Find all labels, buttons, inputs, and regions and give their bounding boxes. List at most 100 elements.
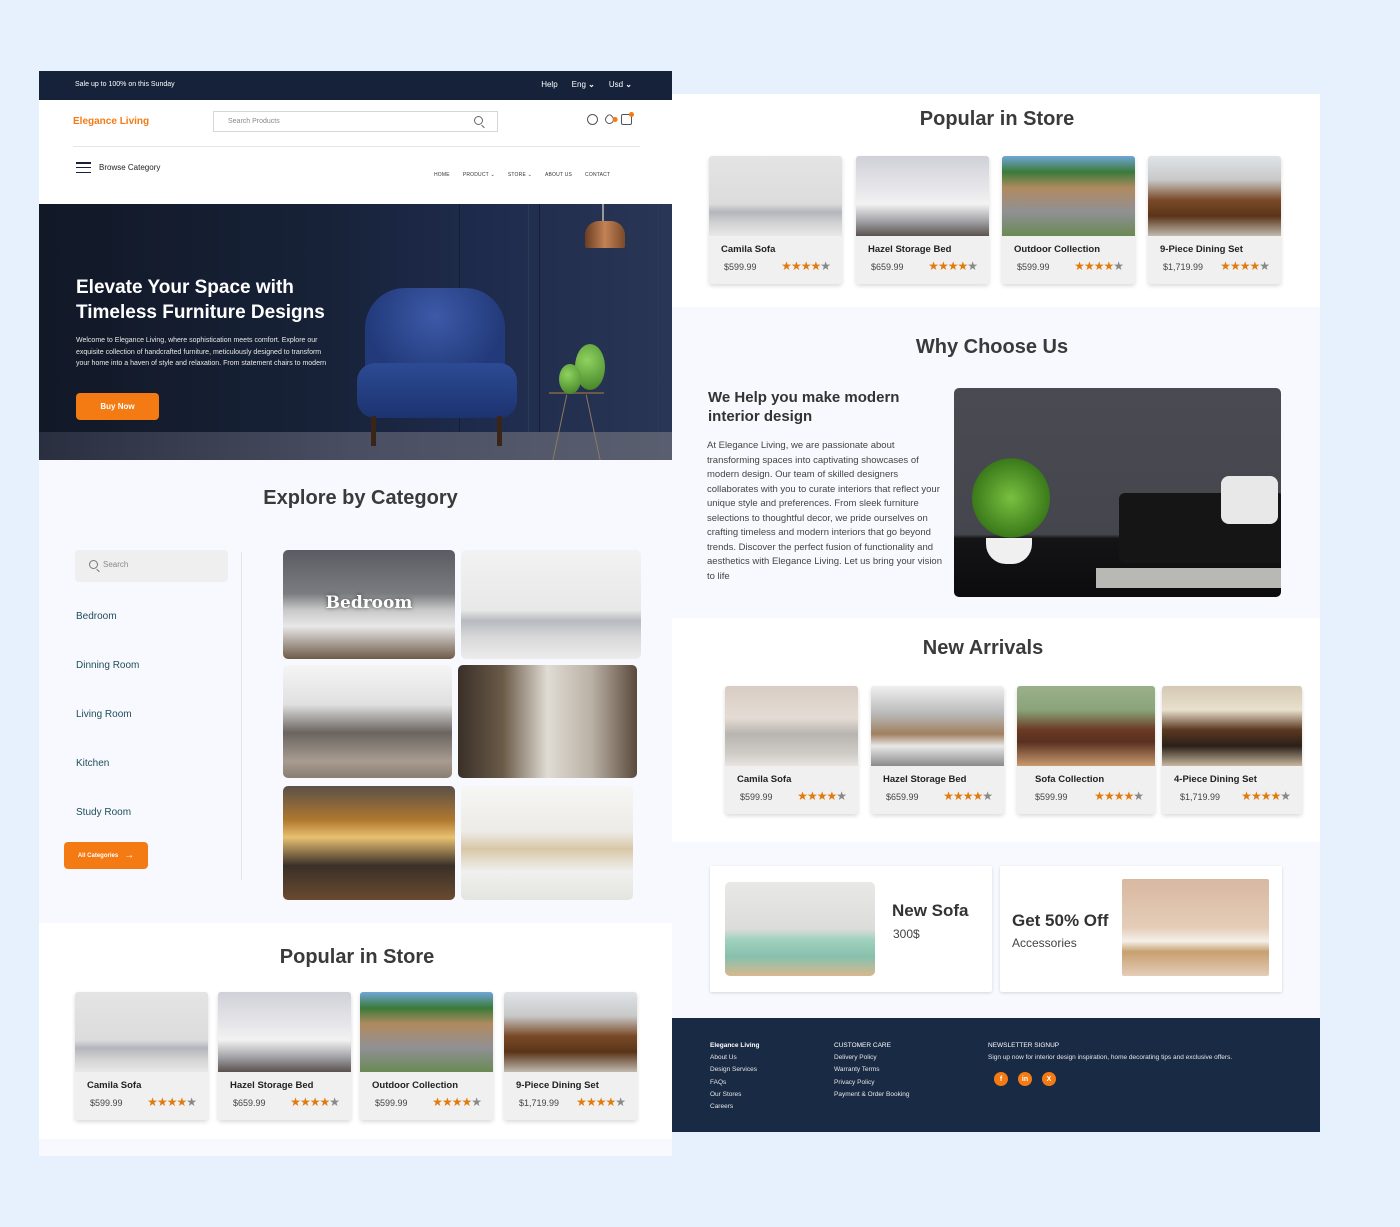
product-card[interactable]: Hazel Storage Bed $659.99 ★★★★★: [218, 992, 351, 1120]
footer-link[interactable]: Payment & Order Booking: [834, 1089, 910, 1101]
footer-link[interactable]: Careers: [710, 1101, 760, 1113]
product-image: [725, 686, 858, 766]
product-image: [871, 686, 1004, 766]
category-item-living-room[interactable]: Living Room: [76, 709, 139, 758]
footer-link[interactable]: Design Services: [710, 1064, 760, 1076]
star-empty-icon: ★: [471, 1095, 482, 1109]
star-empty-icon: ★: [186, 1095, 197, 1109]
product-card[interactable]: Camila Sofa $599.99 ★★★★★: [709, 156, 842, 284]
category-tile-lounge[interactable]: [283, 786, 455, 900]
currency-select[interactable]: Usd: [609, 80, 632, 89]
language-select[interactable]: Eng: [572, 80, 595, 89]
product-card[interactable]: 9-Piece Dining Set $1,719.99 ★★★★★: [504, 992, 637, 1120]
newsletter-text: Sign up now for interior design inspirat…: [988, 1054, 1233, 1062]
category-search-input[interactable]: Search: [75, 550, 228, 582]
star-filled-icon: ★: [605, 1095, 616, 1109]
product-card[interactable]: Camila Sofa $599.99 ★★★★★: [75, 992, 208, 1120]
product-image: [709, 156, 842, 236]
product-name: 9-Piece Dining Set: [1160, 244, 1243, 255]
star-filled-icon: ★: [957, 259, 968, 273]
category-tile-kitchen[interactable]: [283, 665, 452, 778]
category-tile-living[interactable]: [461, 550, 641, 659]
footer-link[interactable]: Our Stores: [710, 1089, 760, 1101]
product-card[interactable]: Sofa Collection $599.99 ★★★★★: [1017, 686, 1155, 814]
star-filled-icon: ★: [1113, 789, 1125, 803]
bag-icon[interactable]: [621, 112, 634, 125]
promo-card-new-sofa[interactable]: New Sofa 300$: [710, 866, 992, 992]
linkedin-icon[interactable]: in: [1018, 1072, 1032, 1086]
logo[interactable]: Elegance Living: [73, 116, 149, 127]
category-tile-bedroom[interactable]: Bedroom: [283, 550, 455, 659]
rating-stars: ★★★★★: [432, 1095, 482, 1109]
user-icon[interactable]: [587, 114, 598, 125]
footer-heading: CUSTOMER CARE: [834, 1042, 891, 1049]
footer-link[interactable]: Privacy Policy: [834, 1077, 910, 1089]
star-filled-icon: ★: [451, 1095, 463, 1109]
nav-product[interactable]: PRODUCT: [463, 172, 495, 178]
product-card[interactable]: 4-Piece Dining Set $1,719.99 ★★★★★: [1162, 686, 1302, 814]
star-filled-icon: ★: [309, 1095, 321, 1109]
help-link[interactable]: Help: [541, 80, 557, 89]
footer-link[interactable]: Delivery Policy: [834, 1052, 910, 1064]
star-filled-icon: ★: [595, 1095, 607, 1109]
star-filled-icon: ★: [1229, 259, 1241, 273]
buy-now-button[interactable]: Buy Now: [76, 393, 159, 420]
product-card[interactable]: Hazel Storage Bed $659.99 ★★★★★: [871, 686, 1004, 814]
browse-category-button[interactable]: Browse Category: [76, 162, 160, 173]
footer-link[interactable]: Warranty Terms: [834, 1064, 910, 1076]
promo-subtitle: Accessories: [1012, 936, 1077, 950]
promo-image: [725, 882, 875, 976]
promo-image: [1122, 879, 1269, 976]
star-filled-icon: ★: [1220, 259, 1231, 273]
category-item-bedroom[interactable]: Bedroom: [76, 611, 139, 660]
section-title-categories: Explore by Category: [263, 487, 458, 509]
product-price: $659.99: [871, 262, 904, 272]
nav-home[interactable]: HOME: [434, 172, 450, 178]
social-links: f in X: [994, 1072, 1056, 1086]
category-tile-study[interactable]: [461, 786, 633, 900]
rating-stars: ★★★★★: [943, 789, 993, 803]
product-card[interactable]: Camila Sofa $599.99 ★★★★★: [725, 686, 858, 814]
star-filled-icon: ★: [461, 1095, 472, 1109]
promo-subtitle: 300$: [893, 927, 920, 941]
category-item-dinning-room[interactable]: Dinning Room: [76, 660, 139, 709]
category-search-placeholder: Search: [103, 560, 129, 569]
product-card[interactable]: Outdoor Collection $599.99 ★★★★★: [360, 992, 493, 1120]
nav-store[interactable]: STORE: [508, 172, 532, 178]
product-card[interactable]: 9-Piece Dining Set $1,719.99 ★★★★★: [1148, 156, 1281, 284]
star-filled-icon: ★: [576, 1095, 587, 1109]
armchair-image: [357, 288, 517, 448]
site-header: Elegance Living Search Products Browse C…: [39, 100, 672, 204]
product-price: $599.99: [1017, 262, 1050, 272]
footer-link[interactable]: FAQs: [710, 1077, 760, 1089]
search-icon[interactable]: [474, 116, 483, 125]
star-filled-icon: ★: [1239, 259, 1251, 273]
star-filled-icon: ★: [928, 259, 939, 273]
footer-link[interactable]: About Us: [710, 1052, 760, 1064]
nav-about[interactable]: ABOUT US: [545, 172, 572, 178]
wishlist-badge: [611, 115, 619, 124]
product-name: Outdoor Collection: [1014, 244, 1101, 255]
product-card[interactable]: Outdoor Collection $599.99 ★★★★★: [1002, 156, 1135, 284]
divider: [241, 552, 242, 880]
hero-banner: Elevate Your Space with Timeless Furnitu…: [39, 204, 672, 460]
facebook-icon[interactable]: f: [994, 1072, 1008, 1086]
product-price: $599.99: [90, 1098, 123, 1108]
promo-title: Get 50% Off: [1012, 911, 1109, 930]
category-item-kitchen[interactable]: Kitchen: [76, 758, 139, 807]
product-name: Camila Sofa: [737, 774, 792, 785]
product-price: $1,719.99: [1163, 262, 1204, 272]
heart-icon[interactable]: [603, 113, 619, 126]
star-filled-icon: ★: [1260, 789, 1272, 803]
product-card[interactable]: Hazel Storage Bed $659.99 ★★★★★: [856, 156, 989, 284]
x-icon[interactable]: X: [1042, 1072, 1056, 1086]
all-categories-button[interactable]: All Categories →: [64, 842, 148, 869]
category-tile-dining[interactable]: [458, 665, 637, 778]
star-empty-icon: ★: [820, 259, 831, 273]
divider: [73, 146, 640, 147]
promo-card-accessories[interactable]: Get 50% Off Accessories: [1000, 866, 1282, 992]
search-input[interactable]: Search Products: [213, 111, 498, 132]
nav-contact[interactable]: CONTACT: [585, 172, 610, 178]
star-filled-icon: ★: [1083, 259, 1095, 273]
star-filled-icon: ★: [1103, 259, 1114, 273]
